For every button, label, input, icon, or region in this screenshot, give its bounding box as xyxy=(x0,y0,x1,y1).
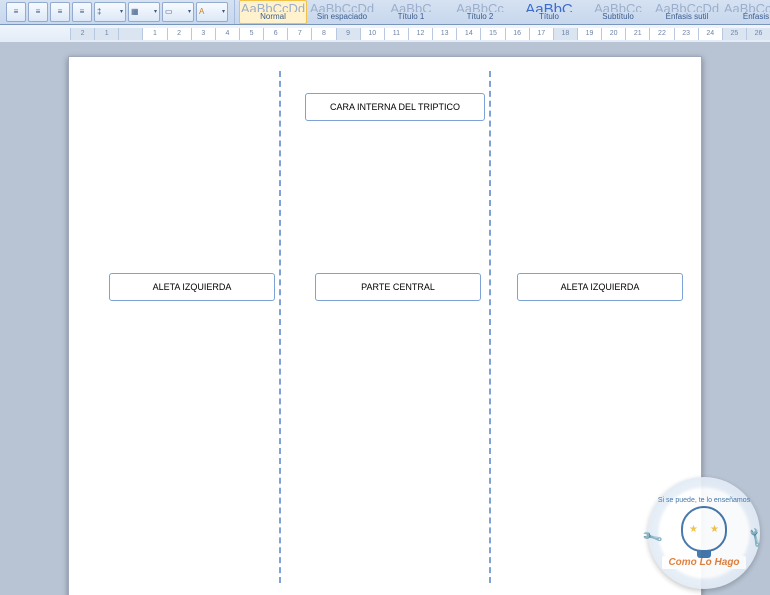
lightbulb-icon: ★ ★ xyxy=(681,506,727,552)
column-left xyxy=(83,71,279,583)
ribbon: ≡ ≡ ≡ ≡ ‡▾ ▦▾ ▭▾ A▾ AaBbCcDd Normal AaBb… xyxy=(0,0,770,25)
sort-button[interactable]: A▾ xyxy=(196,2,228,22)
textbox-right[interactable]: ALETA IZQUIERDA xyxy=(517,273,683,301)
textbox-center[interactable]: PARTE CENTRAL xyxy=(315,273,481,301)
style-titulo-2[interactable]: AaBbCc Título 2 xyxy=(446,0,514,24)
document-page[interactable]: CARA INTERNA DEL TRIPTICO ALETA IZQUIERD… xyxy=(68,56,702,595)
style-enfasis-sutil[interactable]: AaBbCcDd Énfasis sutil xyxy=(653,0,721,24)
screwdriver-icon: 🔧 xyxy=(743,526,767,549)
shading-button[interactable]: ▦▾ xyxy=(128,2,160,22)
column-center xyxy=(280,71,488,583)
style-titulo[interactable]: AaBbC Título xyxy=(515,0,583,24)
line-spacing-button[interactable]: ‡▾ xyxy=(94,2,126,22)
style-subtitulo[interactable]: AaBbCc Subtítulo xyxy=(584,0,652,24)
textbox-left[interactable]: ALETA IZQUIERDA xyxy=(109,273,275,301)
textbox-title[interactable]: CARA INTERNA DEL TRIPTICO xyxy=(305,93,485,121)
borders-button[interactable]: ▭▾ xyxy=(162,2,194,22)
star-icon: ★ xyxy=(710,524,719,535)
style-sin-espaciado[interactable]: AaBbCcDd Sin espaciado xyxy=(308,0,376,24)
watermark-badge: 🔧 🔧 Si se puede, te lo enseñamos ★ ★ Com… xyxy=(648,477,760,589)
styles-gallery: AaBbCcDd Normal AaBbCcDd Sin espaciado A… xyxy=(235,0,770,24)
align-right-icon[interactable]: ≡ xyxy=(50,2,70,22)
paragraph-group: ≡ ≡ ≡ ≡ ‡▾ ▦▾ ▭▾ A▾ xyxy=(0,0,235,24)
align-left-icon[interactable]: ≡ xyxy=(6,2,26,22)
watermark-arc-text: Si se puede, te lo enseñamos xyxy=(658,497,750,504)
style-enfasis[interactable]: AaBbCcDd Énfasis xyxy=(722,0,770,24)
align-center-icon[interactable]: ≡ xyxy=(28,2,48,22)
document-workspace: CARA INTERNA DEL TRIPTICO ALETA IZQUIERD… xyxy=(0,42,770,595)
align-justify-icon[interactable]: ≡ xyxy=(72,2,92,22)
star-icon: ★ xyxy=(689,524,698,535)
style-normal[interactable]: AaBbCcDd Normal xyxy=(239,0,307,24)
style-titulo-1[interactable]: AaBbC Título 1 xyxy=(377,0,445,24)
